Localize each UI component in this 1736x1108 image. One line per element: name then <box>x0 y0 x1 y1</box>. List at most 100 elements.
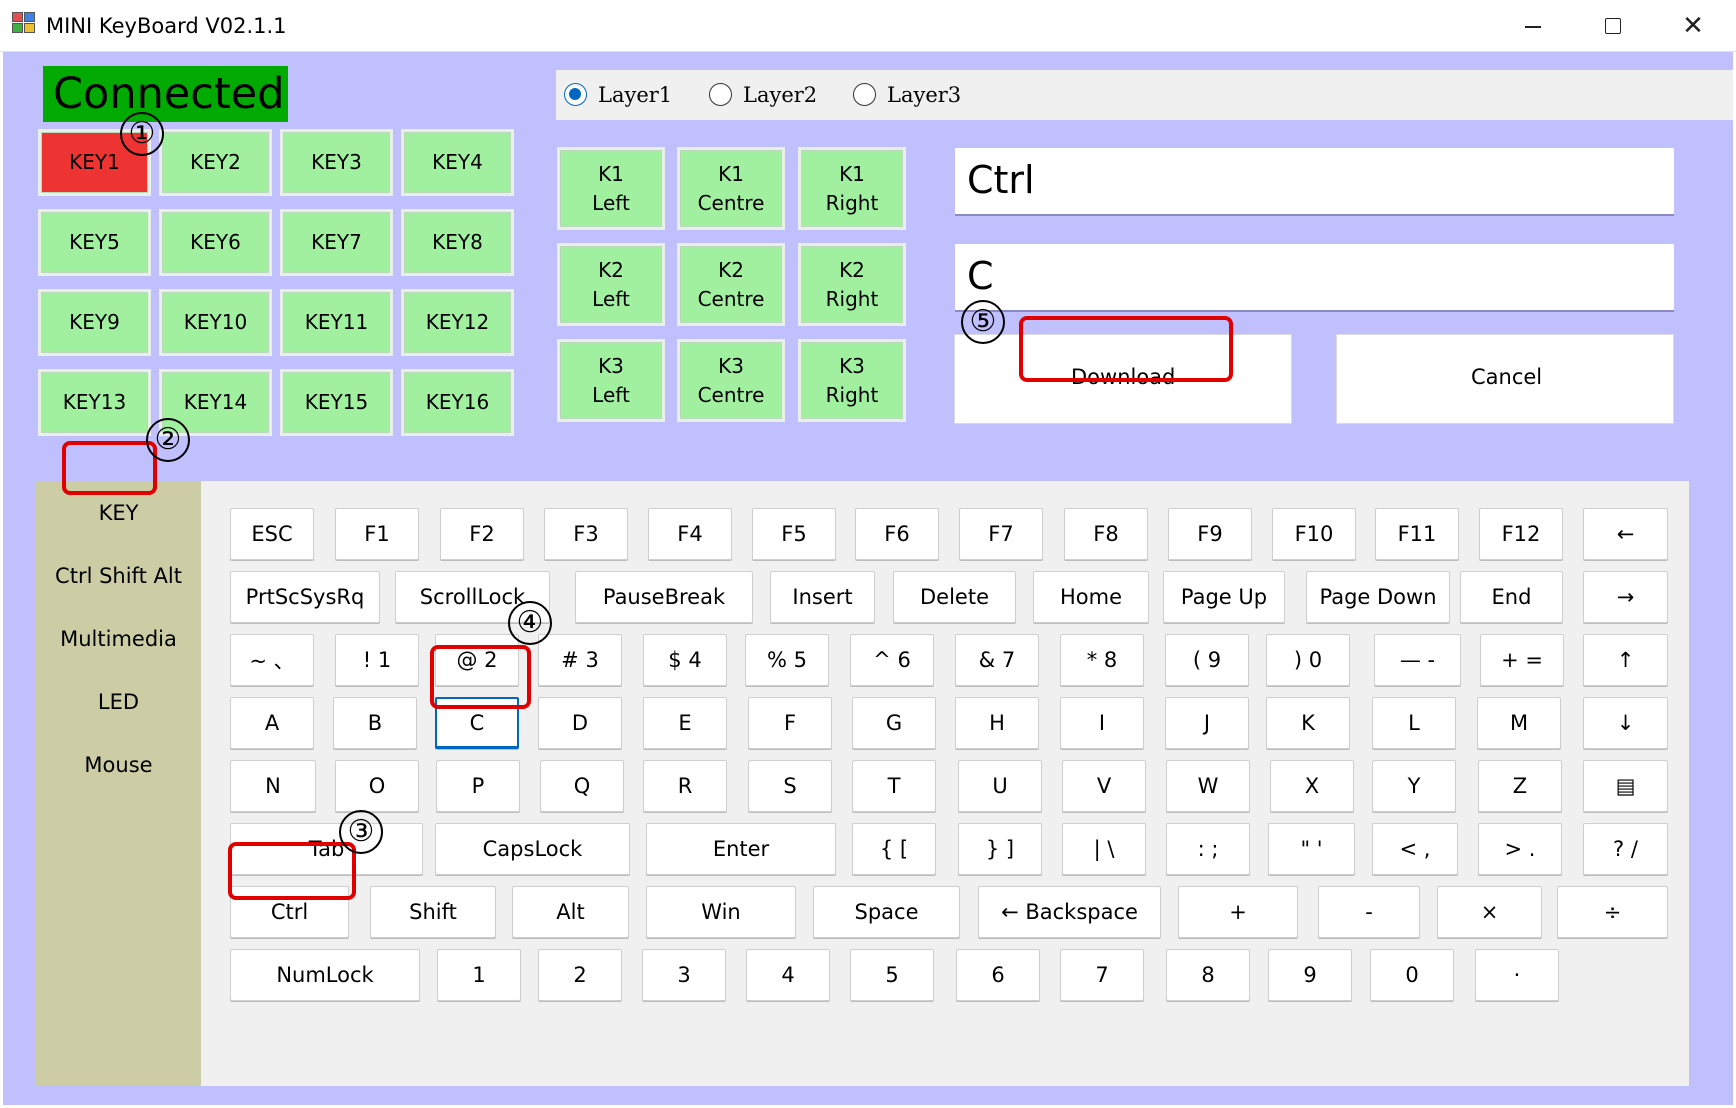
key-letter-row-1-6[interactable]: G <box>852 697 936 749</box>
close-button[interactable]: ✕ <box>1658 6 1728 46</box>
key-letter-row-2-6[interactable]: T <box>852 760 936 812</box>
key-modifier-row-6[interactable]: + <box>1178 886 1298 938</box>
key-symbol-row-9[interactable]: > . <box>1478 823 1562 875</box>
key-modifier-row-5[interactable]: ← Backspace <box>978 886 1161 938</box>
key-modifier-row-4[interactable]: Space <box>813 886 960 938</box>
key-function-row-13[interactable]: ← <box>1583 508 1668 560</box>
key-letter-row-2-8[interactable]: V <box>1062 760 1146 812</box>
key-numpad-row-11[interactable]: · <box>1475 949 1559 1001</box>
key-number-row-0[interactable]: ~ 、 <box>230 634 314 686</box>
key-modifier-row-2[interactable]: Alt <box>512 886 629 938</box>
key-modifier-row-7[interactable]: - <box>1318 886 1420 938</box>
key-number-row-5[interactable]: % 5 <box>745 634 829 686</box>
key-symbol-row-10[interactable]: ? / <box>1583 823 1668 875</box>
cancel-button[interactable]: Cancel <box>1471 365 1542 389</box>
sidebar-item-key[interactable]: KEY <box>36 501 201 525</box>
key-number-row-6[interactable]: ^ 6 <box>850 634 934 686</box>
macro-key-7[interactable]: KEY7 <box>283 212 390 273</box>
key-letter-row-2-12[interactable]: Z <box>1478 760 1562 812</box>
key-nav-row-3[interactable]: Insert <box>770 571 875 623</box>
key-nav-row-5[interactable]: Home <box>1033 571 1149 623</box>
key-modifier-row-9[interactable]: ÷ <box>1557 886 1668 938</box>
key-function-row-11[interactable]: F11 <box>1375 508 1459 560</box>
key-number-row-1[interactable]: ! 1 <box>335 634 419 686</box>
key-numpad-row-3[interactable]: 3 <box>642 949 726 1001</box>
key-letter-row-1-9[interactable]: J <box>1165 697 1249 749</box>
key-symbol-row-4[interactable]: } ] <box>958 823 1042 875</box>
key-letter-row-2-13[interactable]: ▤ <box>1583 760 1668 812</box>
knob-2-centre[interactable]: K2 Centre <box>680 246 782 323</box>
radio-layer1[interactable]: Layer1 <box>564 82 672 108</box>
key-number-row-10[interactable]: ) 0 <box>1266 634 1350 686</box>
key-nav-row-7[interactable]: Page Down <box>1306 571 1450 623</box>
radio-layer3[interactable]: Layer3 <box>853 82 961 108</box>
minimize-button[interactable] <box>1497 6 1567 46</box>
macro-key-8[interactable]: KEY8 <box>404 212 511 273</box>
key-numpad-row-10[interactable]: 0 <box>1370 949 1454 1001</box>
key-letter-row-1-4[interactable]: E <box>643 697 727 749</box>
key-modifier-row-3[interactable]: Win <box>646 886 796 938</box>
macro-key-5[interactable]: KEY5 <box>41 212 148 273</box>
key-letter-row-2-0[interactable]: N <box>230 760 316 812</box>
knob-2-right[interactable]: K2 Right <box>801 246 903 323</box>
key-letter-row-2-4[interactable]: R <box>643 760 727 812</box>
key-letter-row-1-0[interactable]: A <box>230 697 314 749</box>
key-modifier-row-8[interactable]: × <box>1437 886 1542 938</box>
macro-key-13[interactable]: KEY13 <box>41 372 148 433</box>
key-letter-row-2-5[interactable]: S <box>748 760 832 812</box>
sidebar-item-mouse[interactable]: Mouse <box>36 753 201 777</box>
macro-key-11[interactable]: KEY11 <box>283 292 390 353</box>
macro-key-4[interactable]: KEY4 <box>404 132 511 193</box>
key-number-row-3[interactable]: # 3 <box>538 634 622 686</box>
key-field[interactable]: C <box>955 244 1674 312</box>
key-letter-row-2-3[interactable]: Q <box>540 760 624 812</box>
key-number-row-11[interactable]: — - <box>1374 634 1461 686</box>
key-function-row-10[interactable]: F10 <box>1272 508 1356 560</box>
key-function-row-3[interactable]: F3 <box>544 508 628 560</box>
key-letter-row-1-11[interactable]: L <box>1372 697 1456 749</box>
key-symbol-row-2[interactable]: Enter <box>646 823 836 875</box>
key-letter-row-1-7[interactable]: H <box>955 697 1039 749</box>
key-symbol-row-1[interactable]: CapsLock <box>435 823 630 875</box>
key-nav-row-0[interactable]: PrtScSysRq <box>230 571 380 623</box>
knob-3-centre[interactable]: K3 Centre <box>680 342 782 419</box>
key-function-row-5[interactable]: F5 <box>752 508 836 560</box>
key-numpad-row-5[interactable]: 5 <box>850 949 934 1001</box>
key-symbol-row-7[interactable]: " ' <box>1268 823 1355 875</box>
macro-key-6[interactable]: KEY6 <box>162 212 269 273</box>
macro-key-12[interactable]: KEY12 <box>404 292 511 353</box>
macro-key-2[interactable]: KEY2 <box>162 132 269 193</box>
macro-key-3[interactable]: KEY3 <box>283 132 390 193</box>
knob-3-left[interactable]: K3 Left <box>560 342 662 419</box>
key-letter-row-2-10[interactable]: X <box>1270 760 1354 812</box>
key-letter-row-2-9[interactable]: W <box>1166 760 1250 812</box>
key-letter-row-2-2[interactable]: P <box>436 760 520 812</box>
key-numpad-row-7[interactable]: 7 <box>1060 949 1144 1001</box>
key-letter-row-1-3[interactable]: D <box>538 697 622 749</box>
macro-key-10[interactable]: KEY10 <box>162 292 269 353</box>
key-numpad-row-9[interactable]: 9 <box>1268 949 1352 1001</box>
macro-key-16[interactable]: KEY16 <box>404 372 511 433</box>
key-function-row-7[interactable]: F7 <box>959 508 1043 560</box>
key-nav-row-9[interactable]: → <box>1583 571 1668 623</box>
knob-2-left[interactable]: K2 Left <box>560 246 662 323</box>
key-symbol-row-3[interactable]: { [ <box>852 823 936 875</box>
maximize-button[interactable] <box>1578 6 1648 46</box>
key-letter-row-1-8[interactable]: I <box>1060 697 1144 749</box>
key-numpad-row-2[interactable]: 2 <box>538 949 622 1001</box>
key-symbol-row-5[interactable]: | \ <box>1062 823 1146 875</box>
key-numpad-row-1[interactable]: 1 <box>437 949 521 1001</box>
key-letter-row-2-11[interactable]: Y <box>1372 760 1456 812</box>
key-letter-row-1-10[interactable]: K <box>1266 697 1350 749</box>
key-function-row-6[interactable]: F6 <box>855 508 939 560</box>
key-number-row-13[interactable]: ↑ <box>1583 634 1668 686</box>
key-symbol-row-6[interactable]: : ; <box>1166 823 1250 875</box>
key-numpad-row-4[interactable]: 4 <box>746 949 830 1001</box>
key-function-row-9[interactable]: F9 <box>1168 508 1252 560</box>
key-symbol-row-8[interactable]: < , <box>1372 823 1458 875</box>
key-function-row-12[interactable]: F12 <box>1479 508 1563 560</box>
macro-key-15[interactable]: KEY15 <box>283 372 390 433</box>
key-letter-row-1-12[interactable]: M <box>1477 697 1561 749</box>
key-letter-row-2-7[interactable]: U <box>958 760 1042 812</box>
modifier-field[interactable]: Ctrl <box>955 148 1674 216</box>
